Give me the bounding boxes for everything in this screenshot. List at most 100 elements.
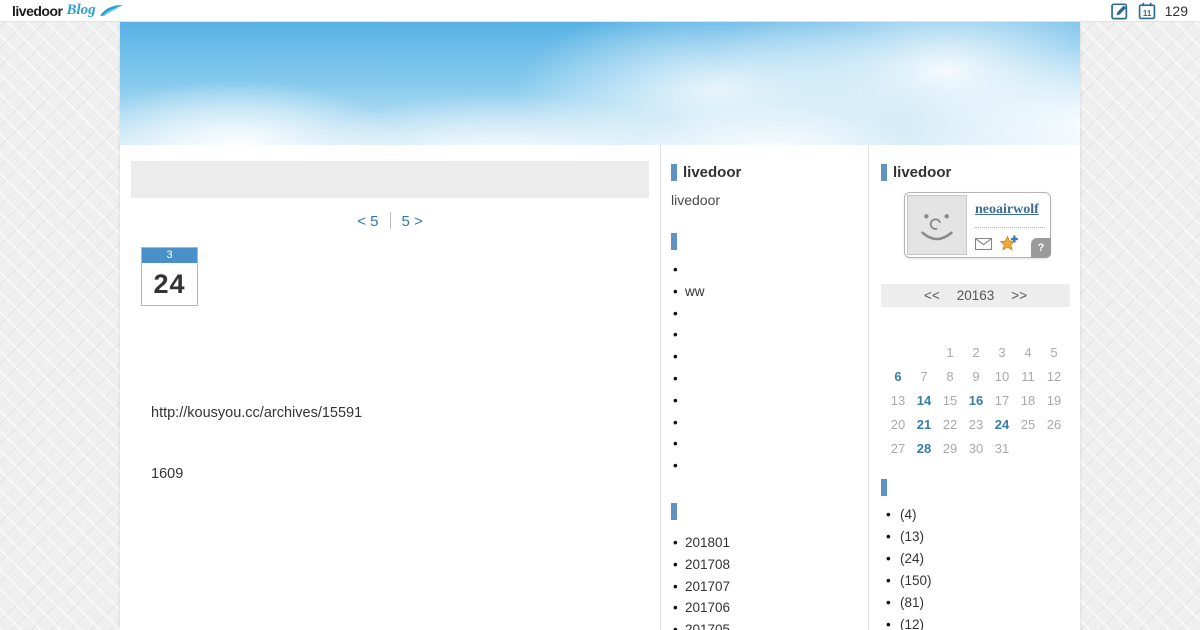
calendar-day: 23 bbox=[968, 417, 984, 432]
entry-url-link[interactable]: http://kousyou.cc/archives/15591 bbox=[151, 405, 660, 421]
mail-icon[interactable] bbox=[975, 238, 992, 250]
calendar-day: 17 bbox=[994, 393, 1010, 408]
calendar-day: 15 bbox=[942, 393, 958, 408]
archive-list-item[interactable]: 201801 bbox=[672, 532, 868, 554]
middle-sidebar: livedoor livedoor ww 2018012017082017072… bbox=[660, 145, 868, 630]
link-list-item[interactable] bbox=[672, 303, 868, 325]
category-list-item[interactable]: (24) bbox=[885, 548, 1080, 570]
calendar-day: 3 bbox=[998, 345, 1006, 360]
section-bar bbox=[671, 233, 677, 250]
calendar-next-button[interactable]: >> bbox=[1011, 288, 1027, 303]
profile-username-link[interactable]: neoairwolf bbox=[975, 202, 1039, 218]
link-list-item[interactable]: ww bbox=[672, 281, 868, 303]
category-list: (4)(13)(24)(150)(81)(12) bbox=[885, 504, 1080, 630]
calendar-day: 5 bbox=[1050, 345, 1058, 360]
profile-box: neoairwolf ? bbox=[904, 192, 1051, 258]
blog-page: < 55 > 3 24 http://kousyou.cc/archives/1… bbox=[120, 22, 1080, 630]
calendar-day: 9 bbox=[972, 369, 980, 384]
link-list-item[interactable] bbox=[672, 433, 868, 455]
archive-list-item[interactable]: 201708 bbox=[672, 554, 868, 576]
main-column: < 55 > 3 24 http://kousyou.cc/archives/1… bbox=[120, 145, 660, 630]
content-columns: < 55 > 3 24 http://kousyou.cc/archives/1… bbox=[120, 145, 1080, 630]
entry-meta-text: 1609 bbox=[151, 466, 184, 482]
calendar-day[interactable]: 21 bbox=[911, 413, 937, 437]
category-list-item[interactable]: (13) bbox=[885, 526, 1080, 548]
blog-header-image bbox=[120, 22, 1080, 145]
section-bar bbox=[881, 479, 887, 496]
add-favorite-star-icon[interactable] bbox=[999, 235, 1018, 253]
calendar-month-label: 20163 bbox=[956, 288, 995, 303]
category-list-item[interactable]: (81) bbox=[885, 592, 1080, 614]
entry-date-badge: 3 24 bbox=[141, 247, 198, 306]
right-sidebar: livedoor neoairwolf ? << 20163 >> 1 2 3 … bbox=[868, 145, 1080, 630]
entry-date-day: 24 bbox=[153, 269, 186, 299]
calendar-day: 8 bbox=[946, 369, 954, 384]
logo-product-text: Blog bbox=[66, 2, 96, 18]
calendar-day: 4 bbox=[1024, 345, 1032, 360]
link-list-item[interactable] bbox=[672, 412, 868, 434]
edit-post-icon[interactable] bbox=[1110, 2, 1129, 20]
archive-section-header bbox=[671, 502, 868, 520]
calendar-day[interactable]: 16 bbox=[963, 389, 989, 413]
calendar-day: 13 bbox=[890, 393, 906, 408]
calendar-grid: 1 2 3 4 5 6 7 8 9 10 11 12 13 14 15 16 17 18 19 20 21 22 23 24 2… bbox=[885, 341, 1067, 461]
entry-header-placeholder bbox=[131, 161, 649, 198]
middle-sidebar-header: livedoor bbox=[671, 164, 868, 181]
calendar-day: 25 bbox=[1020, 417, 1036, 432]
calendar-day[interactable]: 6 bbox=[885, 365, 911, 389]
archive-list-item[interactable]: 201707 bbox=[672, 576, 868, 598]
calendar-day: 7 bbox=[920, 369, 928, 384]
category-list-item[interactable]: (150) bbox=[885, 570, 1080, 592]
calendar-day: 2 bbox=[972, 345, 980, 360]
links-list: ww bbox=[672, 259, 868, 477]
profile-help-button[interactable]: ? bbox=[1031, 238, 1051, 258]
entry-date-month: 3 bbox=[142, 248, 197, 263]
profile-divider bbox=[975, 227, 1045, 228]
calendar-day: 18 bbox=[1020, 393, 1036, 408]
archive-list-item[interactable]: 201706 bbox=[672, 597, 868, 619]
calendar-day[interactable]: 24 bbox=[989, 413, 1015, 437]
category-list-item[interactable]: (4) bbox=[885, 504, 1080, 526]
link-list-item[interactable] bbox=[672, 368, 868, 390]
calendar-day: 19 bbox=[1046, 393, 1062, 408]
link-list-item[interactable] bbox=[672, 346, 868, 368]
category-list-item[interactable]: (12) bbox=[885, 614, 1080, 630]
calendar-day: 12 bbox=[1046, 369, 1062, 384]
calendar-day: 30 bbox=[968, 441, 984, 456]
logo-brand-text: livedoor bbox=[12, 2, 63, 19]
right-sidebar-header: livedoor bbox=[881, 164, 1080, 181]
calendar-day: 11 bbox=[1021, 369, 1035, 384]
links-section-header bbox=[671, 233, 868, 250]
avatar bbox=[907, 195, 967, 255]
calendar-day[interactable]: 14 bbox=[911, 389, 937, 413]
right-sidebar-title: livedoor bbox=[893, 164, 952, 181]
feather-icon bbox=[99, 4, 124, 17]
link-list-item[interactable] bbox=[672, 259, 868, 281]
category-section-header bbox=[881, 479, 1080, 496]
livedoor-blog-logo[interactable]: livedoor Blog bbox=[12, 2, 124, 19]
calendar-empty-cell bbox=[885, 341, 911, 365]
middle-sidebar-title: livedoor bbox=[683, 164, 742, 181]
section-bar bbox=[881, 164, 887, 181]
pagination-prev-link[interactable]: < 5 bbox=[346, 213, 389, 230]
svg-text:11: 11 bbox=[1143, 8, 1152, 17]
calendar-nav: << 20163 >> bbox=[881, 284, 1070, 307]
calendar-day: 27 bbox=[890, 441, 906, 456]
link-list-item[interactable] bbox=[672, 324, 868, 346]
middle-sidebar-description: livedoor bbox=[671, 192, 721, 208]
link-list-item[interactable] bbox=[672, 390, 868, 412]
calendar-day[interactable]: 28 bbox=[911, 437, 937, 461]
pagination: < 55 > bbox=[120, 212, 660, 230]
archive-list-item[interactable]: 201705 bbox=[672, 619, 868, 630]
calendar-prev-button[interactable]: << bbox=[924, 288, 940, 303]
pagination-next-link[interactable]: 5 > bbox=[391, 213, 434, 230]
calendar-day: 26 bbox=[1046, 417, 1062, 432]
topbar-right-group: 11 129 bbox=[1110, 2, 1188, 20]
calendar-empty-cell bbox=[1015, 437, 1041, 461]
notification-count[interactable]: 129 bbox=[1165, 3, 1188, 19]
calendar-icon[interactable]: 11 bbox=[1138, 2, 1156, 20]
calendar-empty-cell bbox=[911, 341, 937, 365]
calendar-day: 31 bbox=[994, 441, 1010, 456]
topbar: livedoor Blog 11 129 bbox=[0, 0, 1200, 22]
link-list-item[interactable] bbox=[672, 455, 868, 477]
